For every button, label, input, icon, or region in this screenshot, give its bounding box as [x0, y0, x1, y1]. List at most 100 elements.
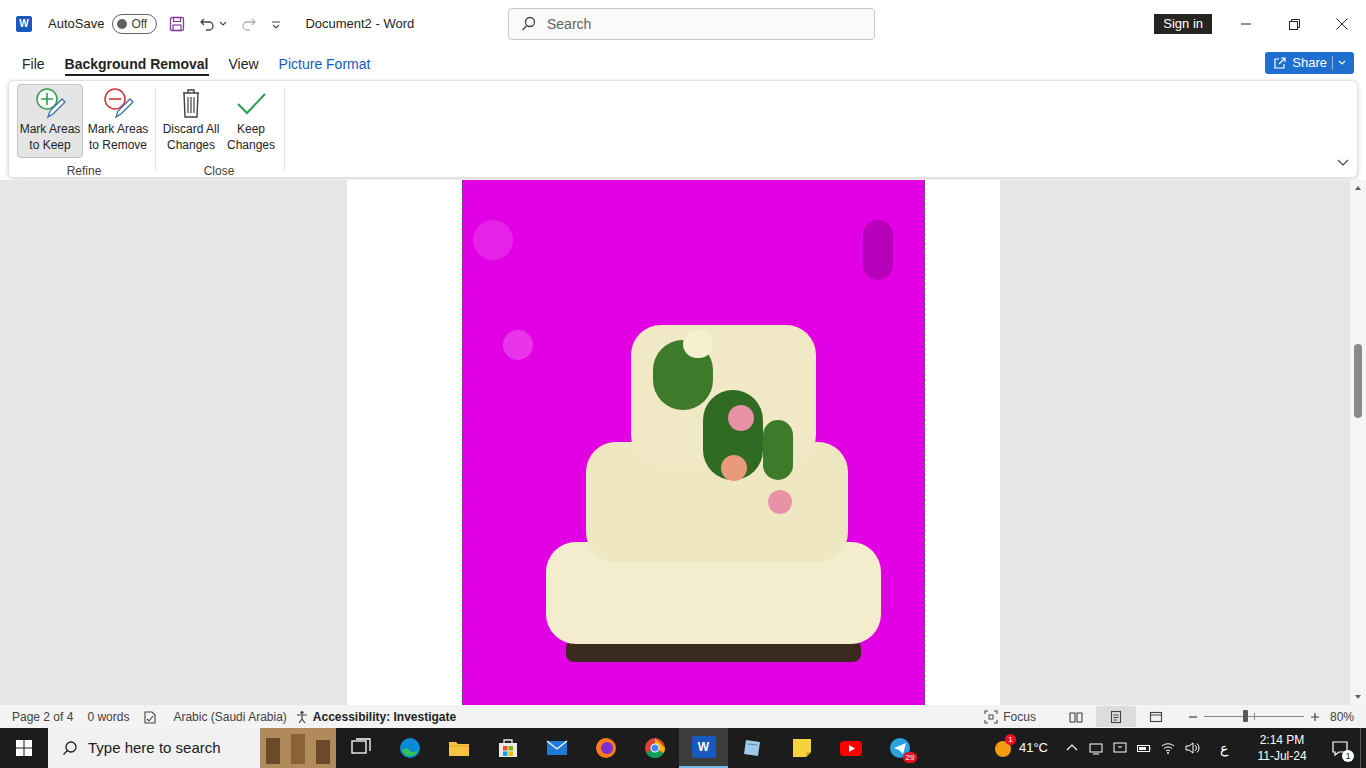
sign-in-button[interactable]: Sign in	[1154, 14, 1212, 34]
taskbar-app[interactable]	[826, 728, 875, 768]
taskbar-app[interactable]	[385, 728, 434, 768]
scroll-down-icon	[1354, 693, 1362, 701]
taskbar-app[interactable]	[434, 728, 483, 768]
tray-button[interactable]	[1132, 728, 1156, 768]
word-logo-icon: W	[16, 16, 32, 32]
zoom-slider[interactable]	[1204, 716, 1304, 717]
scroll-track	[1350, 196, 1366, 689]
tray-button[interactable]	[1108, 728, 1132, 768]
device-icon	[1088, 740, 1104, 756]
windows-logo-icon	[16, 740, 32, 756]
chevron-icon	[1064, 740, 1080, 756]
ribbon-button[interactable]: Mark Areasto Keep	[17, 84, 83, 158]
taskbar-app[interactable]	[581, 728, 630, 768]
view-button[interactable]	[1096, 706, 1136, 727]
taskbar-app[interactable]: 29	[875, 728, 924, 768]
title-bar: W AutoSave Off Document2 - Word Search Sign i…	[0, 0, 1366, 48]
button-label: Keep	[237, 121, 265, 137]
undo-button[interactable]	[199, 16, 227, 32]
start-button[interactable]	[0, 728, 48, 768]
search-placeholder: Search	[547, 14, 591, 35]
logo-letter: W	[19, 19, 28, 29]
task-view-icon	[349, 736, 373, 760]
accessibility-status: Accessibility: Investigate	[313, 708, 456, 726]
chevron-down-icon	[1338, 59, 1346, 67]
tray-button[interactable]	[1060, 728, 1084, 768]
taskbar-app[interactable]	[483, 728, 532, 768]
zoom-level[interactable]: 80%	[1330, 708, 1354, 726]
ribbon-tab[interactable]: Background Removal	[65, 51, 209, 76]
word-count[interactable]: 0 words	[87, 708, 129, 726]
explorer-icon	[447, 736, 471, 760]
zoom-in-button[interactable]	[1310, 712, 1320, 722]
taskbar-search[interactable]: Type here to search	[48, 728, 336, 768]
zoom-in-icon	[1310, 712, 1320, 722]
tab-label: View	[229, 54, 259, 74]
collapse-ribbon-button[interactable]	[1337, 157, 1349, 169]
taskbar-app[interactable]	[630, 728, 679, 768]
view-button[interactable]	[1056, 706, 1096, 727]
tray-button[interactable]	[1084, 728, 1108, 768]
view-button[interactable]	[1136, 706, 1176, 727]
keep-mark-icon	[34, 87, 66, 119]
edge-icon	[398, 736, 422, 760]
search-highlight-picture	[260, 728, 336, 768]
window-title: Document2 - Word	[305, 14, 414, 34]
restore-button[interactable]	[1270, 0, 1318, 48]
ribbon-tab[interactable]: Picture Format	[279, 51, 371, 76]
taskbar: Type here to search W 29 141°C ع2:14 PM11-Ju…	[0, 728, 1366, 768]
page-count[interactable]: Page 2 of 4	[12, 708, 73, 726]
chrome-icon	[643, 736, 667, 760]
tab-label: Background Removal	[65, 54, 209, 74]
notifications-button[interactable]: 1	[1320, 728, 1360, 768]
taskbar-app[interactable]	[532, 728, 581, 768]
notifications-count: 1	[1342, 750, 1354, 762]
taskbar-app[interactable]	[336, 728, 385, 768]
picture[interactable]	[462, 180, 925, 705]
ribbon-tab[interactable]: View	[229, 51, 259, 76]
weather-widget[interactable]: 141°C	[993, 738, 1048, 758]
zoom-out-button[interactable]	[1188, 712, 1198, 722]
taskbar-app[interactable]: W	[679, 728, 728, 768]
autosave-label: AutoSave	[48, 14, 104, 34]
firefox-icon	[594, 736, 618, 760]
taskbar-app[interactable]	[777, 728, 826, 768]
close-icon	[1336, 18, 1348, 30]
ribbon-tab[interactable]: File	[22, 51, 45, 76]
minimize-button[interactable]	[1222, 0, 1270, 48]
search-box[interactable]: Search	[508, 8, 875, 40]
group-label: Refine	[67, 164, 102, 178]
save-button[interactable]	[169, 16, 185, 32]
button-label: Changes	[227, 137, 275, 153]
battery-icon	[1136, 740, 1152, 756]
focus-button[interactable]: Focus	[984, 708, 1036, 726]
button-label: Mark Areas	[88, 121, 149, 137]
read-view-icon	[1069, 710, 1083, 724]
clock[interactable]: 2:14 PM11-Jul-24	[1244, 728, 1320, 768]
ribbon-button[interactable]: Discard AllChanges	[160, 84, 222, 158]
language[interactable]: Arabic (Saudi Arabia)	[173, 708, 286, 726]
vertical-scrollbar[interactable]	[1350, 180, 1366, 705]
tray-button[interactable]	[1180, 728, 1204, 768]
share-button[interactable]: Share	[1265, 52, 1354, 74]
zoom-thumb[interactable]	[1243, 710, 1248, 722]
sign-in-label: Sign in	[1163, 14, 1203, 34]
youtube-icon	[839, 736, 863, 760]
button-label: to Keep	[29, 137, 70, 153]
tray-button[interactable]	[1156, 728, 1180, 768]
show-desktop-button[interactable]	[1360, 728, 1366, 768]
accessibility-button[interactable]: Accessibility: Investigate	[295, 708, 456, 726]
save-icon	[169, 16, 185, 32]
wifi-icon	[1160, 740, 1176, 756]
proofing-button[interactable]	[143, 710, 157, 724]
taskbar-app[interactable]	[728, 728, 777, 768]
redo-button[interactable]	[241, 16, 257, 32]
autosave-toggle[interactable]: Off	[112, 14, 157, 34]
ribbon-button[interactable]: KeepChanges	[224, 84, 278, 158]
scroll-thumb[interactable]	[1354, 344, 1362, 418]
close-button[interactable]	[1318, 0, 1366, 48]
customize-button[interactable]	[271, 19, 281, 29]
ribbon-button[interactable]: Mark Areasto Remove	[85, 84, 151, 158]
ribbon-group: Discard AllChangesKeepChangesClose	[156, 81, 284, 177]
input-language-button[interactable]: ع	[1204, 728, 1244, 768]
